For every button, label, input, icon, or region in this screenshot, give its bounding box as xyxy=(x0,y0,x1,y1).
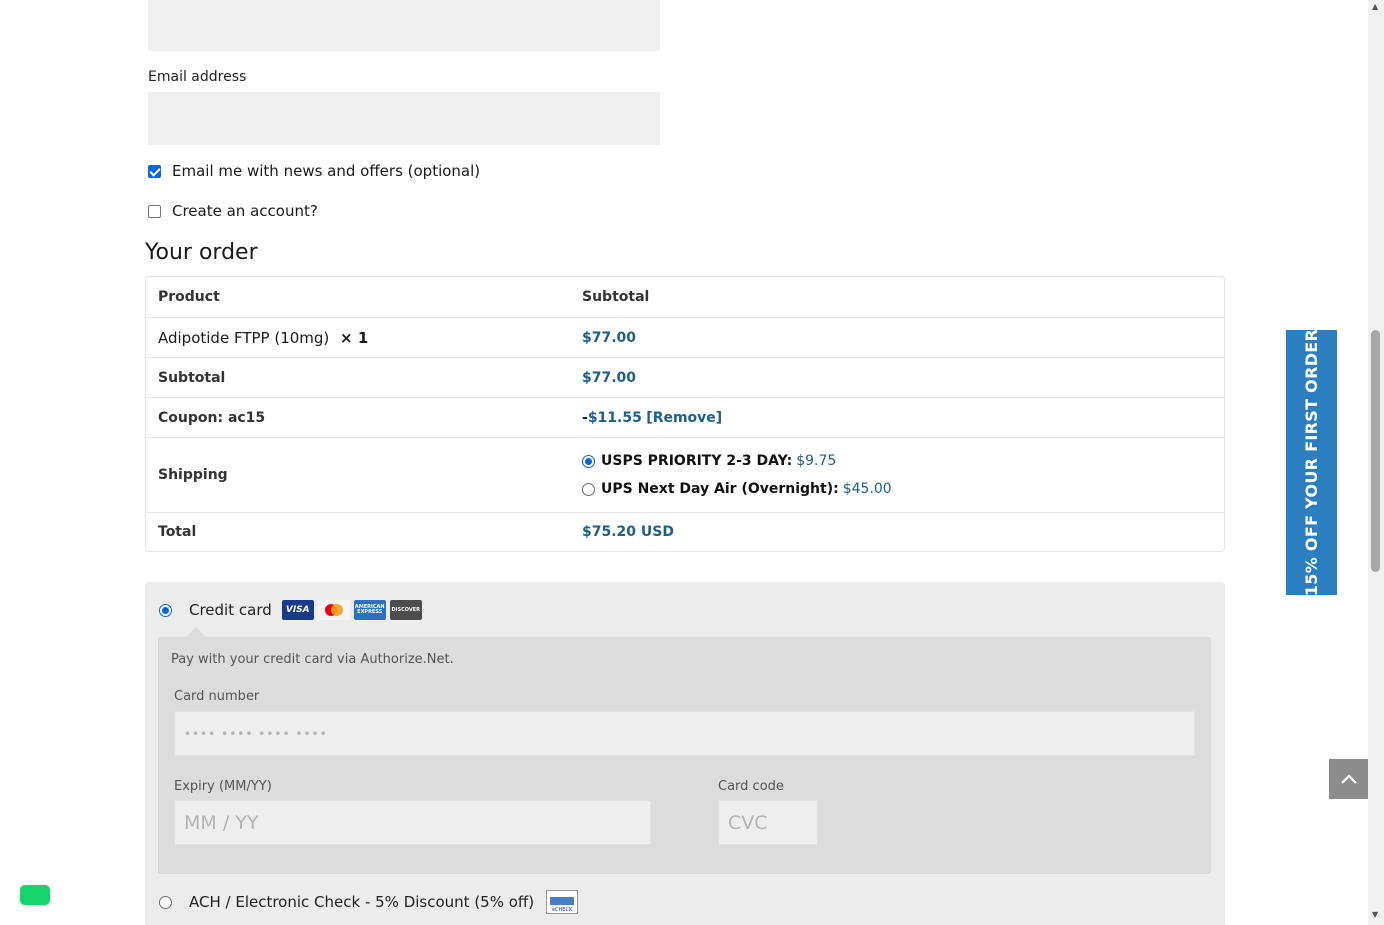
product-cell: Adipotide FTPP (10mg) × 1 xyxy=(146,329,582,347)
order-title: Your order xyxy=(145,240,258,265)
create-account-checkbox[interactable] xyxy=(148,204,161,218)
shipping-option-price: $9.75 xyxy=(796,453,837,469)
email-field[interactable] xyxy=(148,92,660,145)
create-account-row[interactable]: Create an account? xyxy=(148,202,318,220)
email-label: Email address xyxy=(148,69,247,85)
back-to-top-button[interactable] xyxy=(1329,759,1369,799)
shipping-option-name: USPS PRIORITY 2-3 DAY: xyxy=(601,453,793,469)
echeck-badge-text: eCHECK xyxy=(551,907,573,913)
shipping-option-usps[interactable]: USPS PRIORITY 2-3 DAY: $9.75 xyxy=(582,447,1224,475)
shipping-label: Shipping xyxy=(158,467,228,483)
table-row: Adipotide FTPP (10mg) × 1 $77.00 xyxy=(146,317,1224,357)
create-account-label: Create an account? xyxy=(172,202,318,220)
product-qty: × 1 xyxy=(340,328,369,347)
subtotal-row: Subtotal $77.00 xyxy=(146,357,1224,397)
ach-label: ACH / Electronic Check - 5% Discount (5%… xyxy=(189,893,535,911)
total-row: Total $75.20 USD xyxy=(146,512,1224,551)
card-number-label: Card number xyxy=(174,689,260,704)
shipping-row: Shipping USPS PRIORITY 2-3 DAY: $9.75 UP… xyxy=(146,437,1224,512)
promo-tab-text: 15% OFF YOUR FIRST ORDER xyxy=(1302,328,1322,597)
credit-card-radio[interactable] xyxy=(159,603,172,617)
chat-icon[interactable] xyxy=(20,885,50,905)
echeck-icon: eCHECK xyxy=(546,890,579,914)
coupon-row: Coupon: ac15 -$11.55 [Remove] xyxy=(146,397,1224,437)
shipping-option-price: $45.00 xyxy=(842,481,892,497)
coupon-cell: -$11.55 [Remove] xyxy=(582,410,1224,426)
scroll-thumb[interactable] xyxy=(1371,330,1380,572)
shipping-radio-ups[interactable] xyxy=(582,482,595,496)
scroll-down-arrow-icon[interactable]: ▼ xyxy=(1372,910,1378,919)
newsletter-checkbox[interactable] xyxy=(148,164,161,178)
credit-card-form: Pay with your credit card via Authorize.… xyxy=(158,627,1211,874)
checkout-page: Email address Email me with news and off… xyxy=(0,0,1384,925)
product-name: Adipotide FTPP (10mg) xyxy=(158,328,330,347)
ach-radio[interactable] xyxy=(159,895,172,909)
coupon-value: $11.55 xyxy=(587,409,642,426)
shipping-option-ups[interactable]: UPS Next Day Air (Overnight): $45.00 xyxy=(582,475,1224,503)
card-number-input[interactable]: •••• •••• •••• •••• xyxy=(174,711,1195,756)
expiry-input[interactable]: MM / YY xyxy=(174,800,651,845)
card-code-label: Card code xyxy=(718,779,784,794)
shipping-options: USPS PRIORITY 2-3 DAY: $9.75 UPS Next Da… xyxy=(582,447,1224,503)
amex-icon: AMERICAN EXPRESS xyxy=(353,600,386,620)
header-subtotal: Subtotal xyxy=(582,289,650,305)
visa-icon: VISA xyxy=(281,600,314,620)
shipping-option-name: UPS Next Day Air (Overnight): xyxy=(601,481,839,497)
coupon-label: Coupon: ac15 xyxy=(158,409,266,426)
promo-tab[interactable]: 15% OFF YOUR FIRST ORDER xyxy=(1286,328,1337,597)
previous-field-input[interactable] xyxy=(148,0,660,51)
order-table: Product Subtotal Adipotide FTPP (10mg) ×… xyxy=(145,276,1225,552)
coupon-remove-link[interactable]: [Remove] xyxy=(646,410,722,426)
total-value: $75.20 USD xyxy=(582,524,674,540)
discover-icon: DISCOVER xyxy=(389,600,422,620)
chevron-up-icon xyxy=(1341,774,1357,784)
header-product: Product xyxy=(158,289,220,305)
shipping-radio-usps[interactable] xyxy=(582,454,595,468)
newsletter-label: Email me with news and offers (optional) xyxy=(172,162,481,180)
scroll-up-arrow-icon[interactable]: ▲ xyxy=(1372,2,1378,11)
product-price: $77.00 xyxy=(582,329,637,346)
newsletter-checkbox-row[interactable]: Email me with news and offers (optional) xyxy=(148,162,480,180)
subtotal-label: Subtotal xyxy=(158,369,226,386)
payment-description: Pay with your credit card via Authorize.… xyxy=(171,652,454,667)
mastercard-icon xyxy=(317,600,350,620)
subtotal-value: $77.00 xyxy=(582,369,637,386)
table-header-row: Product Subtotal xyxy=(146,277,1224,317)
card-code-input[interactable]: CVC xyxy=(718,800,818,845)
scrollbar[interactable]: ▲ ▼ xyxy=(1368,0,1384,925)
payment-option-ach[interactable]: ACH / Electronic Check - 5% Discount (5%… xyxy=(159,890,579,914)
total-label: Total xyxy=(158,524,197,540)
payment-methods: Credit card VISA AMERICAN EXPRESS DISCOV… xyxy=(145,582,1225,925)
expiry-label: Expiry (MM/YY) xyxy=(174,779,272,794)
credit-card-label: Credit card xyxy=(189,601,272,619)
payment-option-credit-card[interactable]: Credit card VISA AMERICAN EXPRESS DISCOV… xyxy=(159,600,422,620)
